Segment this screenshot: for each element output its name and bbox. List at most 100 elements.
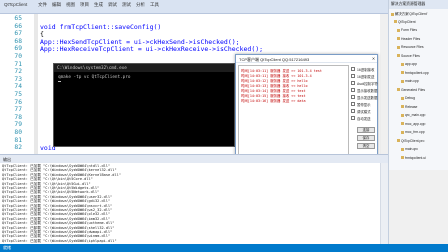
solution-item-label: Resource Files <box>401 45 424 49</box>
status-text: 就绪 <box>3 245 11 250</box>
solution-explorer: 解决方案资源管理器 解决方案'QtTcpClient' QtTcpClient Fo… <box>388 0 448 170</box>
solution-item-label: moc_app.cpp <box>405 121 426 126</box>
solution-item[interactable]: qrc_main.cpp <box>401 113 425 117</box>
solution-item[interactable]: QtTcpClient <box>394 20 416 24</box>
option-checkbox[interactable] <box>351 88 355 92</box>
folder-icon <box>397 139 400 143</box>
menu-item[interactable]: 编辑 <box>52 2 61 8</box>
menu-item[interactable]: 调试 <box>108 2 117 8</box>
solution-item-label: Form Files <box>401 28 418 32</box>
folder-icon <box>401 96 404 100</box>
menu-item[interactable]: 生成 <box>94 2 103 8</box>
solution-item[interactable]: main.qrc <box>401 147 418 151</box>
option-checkbox[interactable] <box>351 74 355 78</box>
output-line: QtTcpClient: 已卸载 "C:\Windows\SysWOW64\sh… <box>2 225 115 230</box>
output-line: QtTcpClient: 已加载 "C:\Windows\SysWOW64\wi… <box>2 234 111 239</box>
solution-item-label: qrc_main.cpp <box>405 113 426 117</box>
tcp-client-dialog[interactable]: TCP客户端 QtTcpClient QQ:517216493 ✕ 时间[14:… <box>235 54 378 168</box>
solution-item[interactable]: 解决方案'QtTcpClient' <box>391 11 427 16</box>
folder-icon <box>394 20 397 24</box>
output-line: QtTcpClient: 已加载 "C:\Windows\SysWOW64\ol… <box>2 212 111 217</box>
solution-item-label: Debug <box>405 96 415 100</box>
solution-item[interactable]: moc_app.cpp <box>401 122 425 126</box>
folder-icon <box>397 45 400 49</box>
option-checkbox[interactable] <box>351 95 355 99</box>
solution-item-label: frmtcpclient.cpp <box>405 70 429 75</box>
solution-item[interactable]: Header Files <box>397 37 420 41</box>
solution-item-label: frmtcpclient.ui <box>405 155 426 160</box>
receive-log: 时间[14:03:11] 服务器 发送 >> 101.3.4 test 时间[14… <box>238 65 349 155</box>
menu-item[interactable]: 工具 <box>150 2 159 8</box>
option-checkbox[interactable] <box>351 81 355 85</box>
folder-icon <box>397 28 400 32</box>
menu-item[interactable]: 视图 <box>66 2 75 8</box>
solution-item[interactable]: Release <box>401 105 417 109</box>
action-button[interactable]: 保存 <box>357 135 375 141</box>
output-header: 输出 <box>0 154 388 163</box>
line-number: 82 <box>14 144 22 152</box>
action-button[interactable]: 清空 <box>357 143 375 149</box>
option-label: 显示接收数据 <box>357 89 378 93</box>
folder-icon <box>401 71 404 75</box>
folder-icon <box>397 54 400 58</box>
solution-item-label: Source Files <box>401 53 420 58</box>
solution-item-label: moc_frm.cpp <box>405 130 425 134</box>
console-window[interactable]: C:\Windows\system32\cmd.exe qmake -tp vc… <box>53 63 235 147</box>
folder-icon <box>397 37 400 41</box>
console-caret <box>58 81 61 82</box>
option-checkbox[interactable] <box>351 109 355 113</box>
dialog-title: TCP客户端 QtTcpClient QQ:517216493 <box>236 55 377 63</box>
solution-item[interactable]: frmtcpclient.ui <box>401 156 426 160</box>
solution-item-label: QtTcpClient.pro <box>401 138 425 143</box>
console-title: C:\Windows\system32\cmd.exe <box>54 64 234 72</box>
option-label: 显示发送数据 <box>357 96 378 100</box>
output-line: QtTcpClient: 已加载 "C:\Windows\SysWOW64\ms… <box>2 203 113 208</box>
option-label: 16进制发送 <box>357 75 375 79</box>
code-line: App::HexReceiveTcpClient = ui->ckHexRece… <box>40 45 264 54</box>
folder-icon <box>401 122 404 126</box>
solution-item[interactable]: frmtcpclient.cpp <box>401 71 429 75</box>
solution-item-label: app.cpp <box>405 62 418 66</box>
output-line: QtTcpClient: 已加载 "C:\Windows\SysWOW64\ip… <box>2 238 117 243</box>
folder-icon <box>401 130 404 134</box>
action-button[interactable]: 连接 <box>357 127 375 133</box>
menu-item[interactable]: QtTcpClient <box>4 2 27 7</box>
output-line: QtTcpClient: 已加载 "C:\Qt\bin\Qt5Core.dll" <box>2 177 93 182</box>
option-checkbox[interactable] <box>351 116 355 120</box>
status-bar: 就绪 <box>0 244 448 252</box>
option-label: Ascii控制字符 <box>357 82 378 86</box>
solution-item[interactable]: QtTcpClient.pro <box>397 139 424 143</box>
option-checkbox[interactable] <box>351 102 355 106</box>
solution-item[interactable]: Source Files <box>397 54 420 58</box>
folder-icon <box>391 12 394 16</box>
output-scrollbar[interactable] <box>380 163 388 244</box>
solution-item[interactable]: Form Files <box>397 28 417 32</box>
solution-item[interactable]: moc_frm.cpp <box>401 130 425 134</box>
ide-window: QtTcpClient 文件 编辑 视图 项目 生成 调试 测试 分析 工具 65 66 67 68 69… <box>0 0 448 252</box>
folder-icon <box>401 79 404 83</box>
solution-item-label: main.cpp <box>405 79 419 83</box>
solution-explorer-header: 解决方案资源管理器 <box>389 0 448 9</box>
menu-toolbar: QtTcpClient 文件 编辑 视图 项目 生成 调试 测试 分析 工具 <box>0 0 448 14</box>
solution-item-label: Header Files <box>401 36 421 41</box>
properties-pane <box>388 170 448 244</box>
option-label: 调试模式 <box>357 110 371 114</box>
menu-item[interactable]: 分析 <box>136 2 145 8</box>
output-line: QtTcpClient: 已加载 "C:\Windows\SysWOW64\gd… <box>2 199 111 204</box>
solution-item-label: Release <box>405 104 418 109</box>
log-line: 时间[14:03:16] 服务器 发送 >> data <box>241 99 306 103</box>
output-line: QtTcpClient: 已加载 "C:\Qt\bin\Qt5Gui.dll" <box>2 181 91 186</box>
solution-item-label: 解决方案'QtTcpClient' <box>395 12 428 16</box>
solution-item[interactable]: Generated Files <box>397 88 425 92</box>
menu-item[interactable]: 项目 <box>80 2 89 8</box>
solution-item[interactable]: app.cpp <box>401 62 417 66</box>
menu-item[interactable]: 文件 <box>38 2 47 8</box>
folder-icon <box>401 62 404 66</box>
menu-item[interactable]: 测试 <box>122 2 131 8</box>
solution-item[interactable]: main.cpp <box>401 79 419 83</box>
output-line: QtTcpClient: 已加载 "C:\Windows\SysWOW64\ux… <box>2 221 115 226</box>
solution-item[interactable]: Debug <box>401 96 415 100</box>
close-icon[interactable]: ✕ <box>372 56 375 62</box>
option-checkbox[interactable] <box>351 67 355 71</box>
solution-item[interactable]: Resource Files <box>397 45 424 49</box>
